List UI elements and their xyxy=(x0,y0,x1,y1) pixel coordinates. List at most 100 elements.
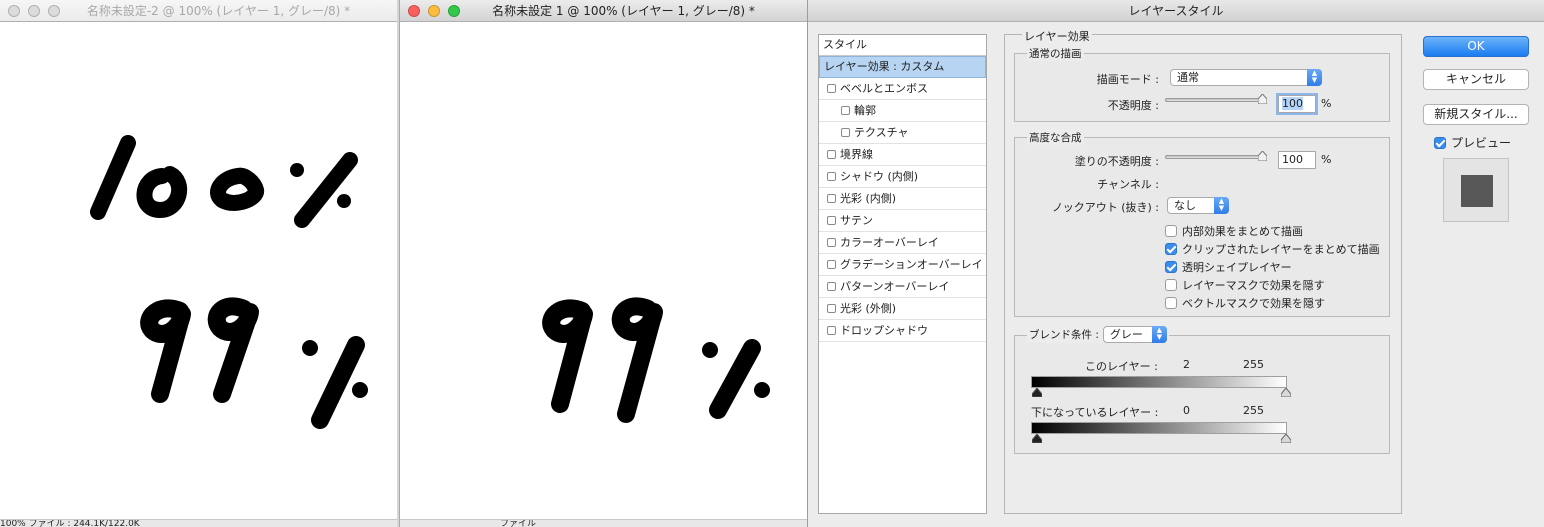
checkbox[interactable] xyxy=(827,172,836,181)
checkbox[interactable] xyxy=(827,238,836,247)
style-item-blending-options[interactable]: レイヤー効果 : カスタム xyxy=(819,56,986,78)
window-controls-active xyxy=(408,5,460,17)
style-item-label: テクスチャ xyxy=(854,125,909,139)
preview-square xyxy=(1461,175,1493,207)
this-layer-black-slider-icon[interactable] xyxy=(1032,388,1042,397)
checkbox-checked[interactable] xyxy=(1165,243,1177,255)
checkbox[interactable] xyxy=(827,84,836,93)
new-style-button[interactable]: 新規スタイル... xyxy=(1423,104,1529,125)
checkbox[interactable] xyxy=(1165,279,1177,291)
blend-mode-select[interactable]: 通常 ▲ ▼ xyxy=(1170,69,1322,86)
opacity-label: 不透明度 : xyxy=(1107,99,1159,112)
style-item-stroke[interactable]: 境界線 xyxy=(819,144,986,166)
checkbox-checked[interactable] xyxy=(1434,136,1446,149)
underlying-white-slider-icon[interactable] xyxy=(1281,434,1291,443)
minimize-window-icon[interactable] xyxy=(28,5,40,17)
document-title-bar-middle[interactable]: 名称未設定 1 @ 100% (レイヤー 1, グレー/8) * xyxy=(400,0,807,22)
knockout-select[interactable]: なし ▲ ▼ xyxy=(1167,197,1229,214)
style-item-pattern-overlay[interactable]: パターンオーバーレイ xyxy=(819,276,986,298)
style-item-satin[interactable]: サテン xyxy=(819,210,986,232)
option-label: クリップされたレイヤーをまとめて描画 xyxy=(1182,243,1380,256)
checkbox[interactable] xyxy=(827,260,836,269)
checkbox[interactable] xyxy=(841,106,850,115)
option-blend-interior-effects[interactable]: 内部効果をまとめて描画 xyxy=(1165,223,1303,239)
style-item-color-overlay[interactable]: カラーオーバーレイ xyxy=(819,232,986,254)
blend-if-select[interactable]: グレー ▲ ▼ xyxy=(1102,326,1167,343)
cancel-button[interactable]: キャンセル xyxy=(1423,69,1529,90)
document-title-middle: 名称未設定 1 @ 100% (レイヤー 1, グレー/8) * xyxy=(492,4,755,18)
chevron-updown-icon: ▲ ▼ xyxy=(1214,197,1229,214)
handwritten-strokes-100-percent xyxy=(90,135,358,228)
zoom-window-icon[interactable] xyxy=(448,5,460,17)
dialog-title: レイヤースタイル xyxy=(1128,4,1224,18)
this-layer-low-value: 2 xyxy=(1183,358,1190,371)
style-item-inner-shadow[interactable]: シャドウ (内側) xyxy=(819,166,986,188)
fill-opacity-input[interactable]: 100 xyxy=(1278,151,1316,169)
document-canvas-middle[interactable] xyxy=(400,22,807,520)
blend-mode-label: 描画モード : xyxy=(1096,73,1159,86)
style-item-label: レイヤー効果 : カスタム xyxy=(824,60,945,73)
checkbox[interactable] xyxy=(1165,297,1177,309)
style-item-bevel-emboss[interactable]: ベベルとエンボス xyxy=(819,78,986,100)
group-title: 通常の描画 xyxy=(1027,46,1084,61)
option-blend-clipped-layers[interactable]: クリップされたレイヤーをまとめて描画 xyxy=(1165,241,1380,257)
checkbox[interactable] xyxy=(827,282,836,291)
this-layer-gradient-bar xyxy=(1031,376,1287,388)
underlying-gradient-bar xyxy=(1031,422,1287,434)
this-layer-white-slider-icon[interactable] xyxy=(1281,388,1291,397)
checkbox[interactable] xyxy=(827,326,836,335)
underlying-black-slider-icon[interactable] xyxy=(1032,434,1042,443)
minimize-window-icon[interactable] xyxy=(428,5,440,17)
option-vector-mask-hides-effects[interactable]: ベクトルマスクで効果を隠す xyxy=(1165,295,1325,311)
opacity-input[interactable]: 100 xyxy=(1278,95,1316,113)
document-title-bar-left[interactable]: 名称未設定-2 @ 100% (レイヤー 1, グレー/8) * xyxy=(0,0,397,22)
style-item-label: 光彩 (内側) xyxy=(840,191,897,205)
opacity-percent: % xyxy=(1321,97,1332,110)
checkbox[interactable] xyxy=(827,216,836,225)
checkbox[interactable] xyxy=(827,304,836,313)
checkbox[interactable] xyxy=(841,128,850,137)
style-item-label: 境界線 xyxy=(840,147,873,161)
blend-if-group: ブレンド条件 : グレー ▲ ▼ このレイヤー : 2 255 下になっているレイ… xyxy=(1014,326,1390,454)
group-title: 高度な合成 xyxy=(1027,130,1084,145)
option-layer-mask-hides-effects[interactable]: レイヤーマスクで効果を隠す xyxy=(1165,277,1325,293)
style-item-inner-glow[interactable]: 光彩 (内側) xyxy=(819,188,986,210)
style-item-drop-shadow[interactable]: ドロップシャドウ xyxy=(819,320,986,342)
close-window-icon[interactable] xyxy=(8,5,20,17)
fill-opacity-label: 塗りの不透明度 : xyxy=(1074,155,1159,168)
knockout-label: ノックアウト (抜き) : xyxy=(1051,201,1159,214)
zoom-window-icon[interactable] xyxy=(48,5,60,17)
style-preview-thumbnail xyxy=(1443,158,1509,222)
this-layer-high-value: 255 xyxy=(1243,358,1264,371)
style-item-label: グラデーションオーバーレイ xyxy=(840,257,983,271)
checkbox[interactable] xyxy=(1165,225,1177,237)
style-list-header: スタイル xyxy=(819,35,986,56)
checkbox[interactable] xyxy=(827,194,836,203)
style-item-label: パターンオーバーレイ xyxy=(840,279,950,293)
style-item-outer-glow[interactable]: 光彩 (外側) xyxy=(819,298,986,320)
close-window-icon[interactable] xyxy=(408,5,420,17)
window-controls xyxy=(8,5,60,17)
style-item-texture[interactable]: テクスチャ xyxy=(819,122,986,144)
document-canvas-left[interactable] xyxy=(0,22,397,520)
style-item-gradient-overlay[interactable]: グラデーションオーバーレイ xyxy=(819,254,986,276)
opacity-slider[interactable] xyxy=(1165,94,1267,104)
style-item-label: サテン xyxy=(840,213,873,227)
dialog-title-bar[interactable]: レイヤースタイル xyxy=(808,0,1544,22)
normal-blend-group: 通常の描画 描画モード : 通常 ▲ ▼ 不透明度 : 100 % xyxy=(1014,46,1390,122)
handwritten-strokes-99-percent-left xyxy=(140,297,365,429)
this-layer-label: このレイヤー : xyxy=(1085,360,1158,373)
fill-opacity-percent: % xyxy=(1321,153,1332,166)
ok-button[interactable]: OK xyxy=(1423,36,1529,57)
option-label: 内部効果をまとめて描画 xyxy=(1182,225,1303,238)
checkbox-checked[interactable] xyxy=(1165,261,1177,273)
slider-thumb-icon[interactable] xyxy=(1258,151,1267,161)
panel-title: レイヤー効果 xyxy=(1022,28,1092,44)
slider-thumb-icon[interactable] xyxy=(1258,94,1267,104)
fill-opacity-slider[interactable] xyxy=(1165,151,1267,161)
preview-toggle[interactable]: プレビュー xyxy=(1434,134,1511,151)
style-item-contour[interactable]: 輪郭 xyxy=(819,100,986,122)
checkbox[interactable] xyxy=(827,150,836,159)
style-item-label: 輪郭 xyxy=(854,103,876,117)
option-transparency-shapes-layer[interactable]: 透明シェイプレイヤー xyxy=(1165,259,1292,275)
